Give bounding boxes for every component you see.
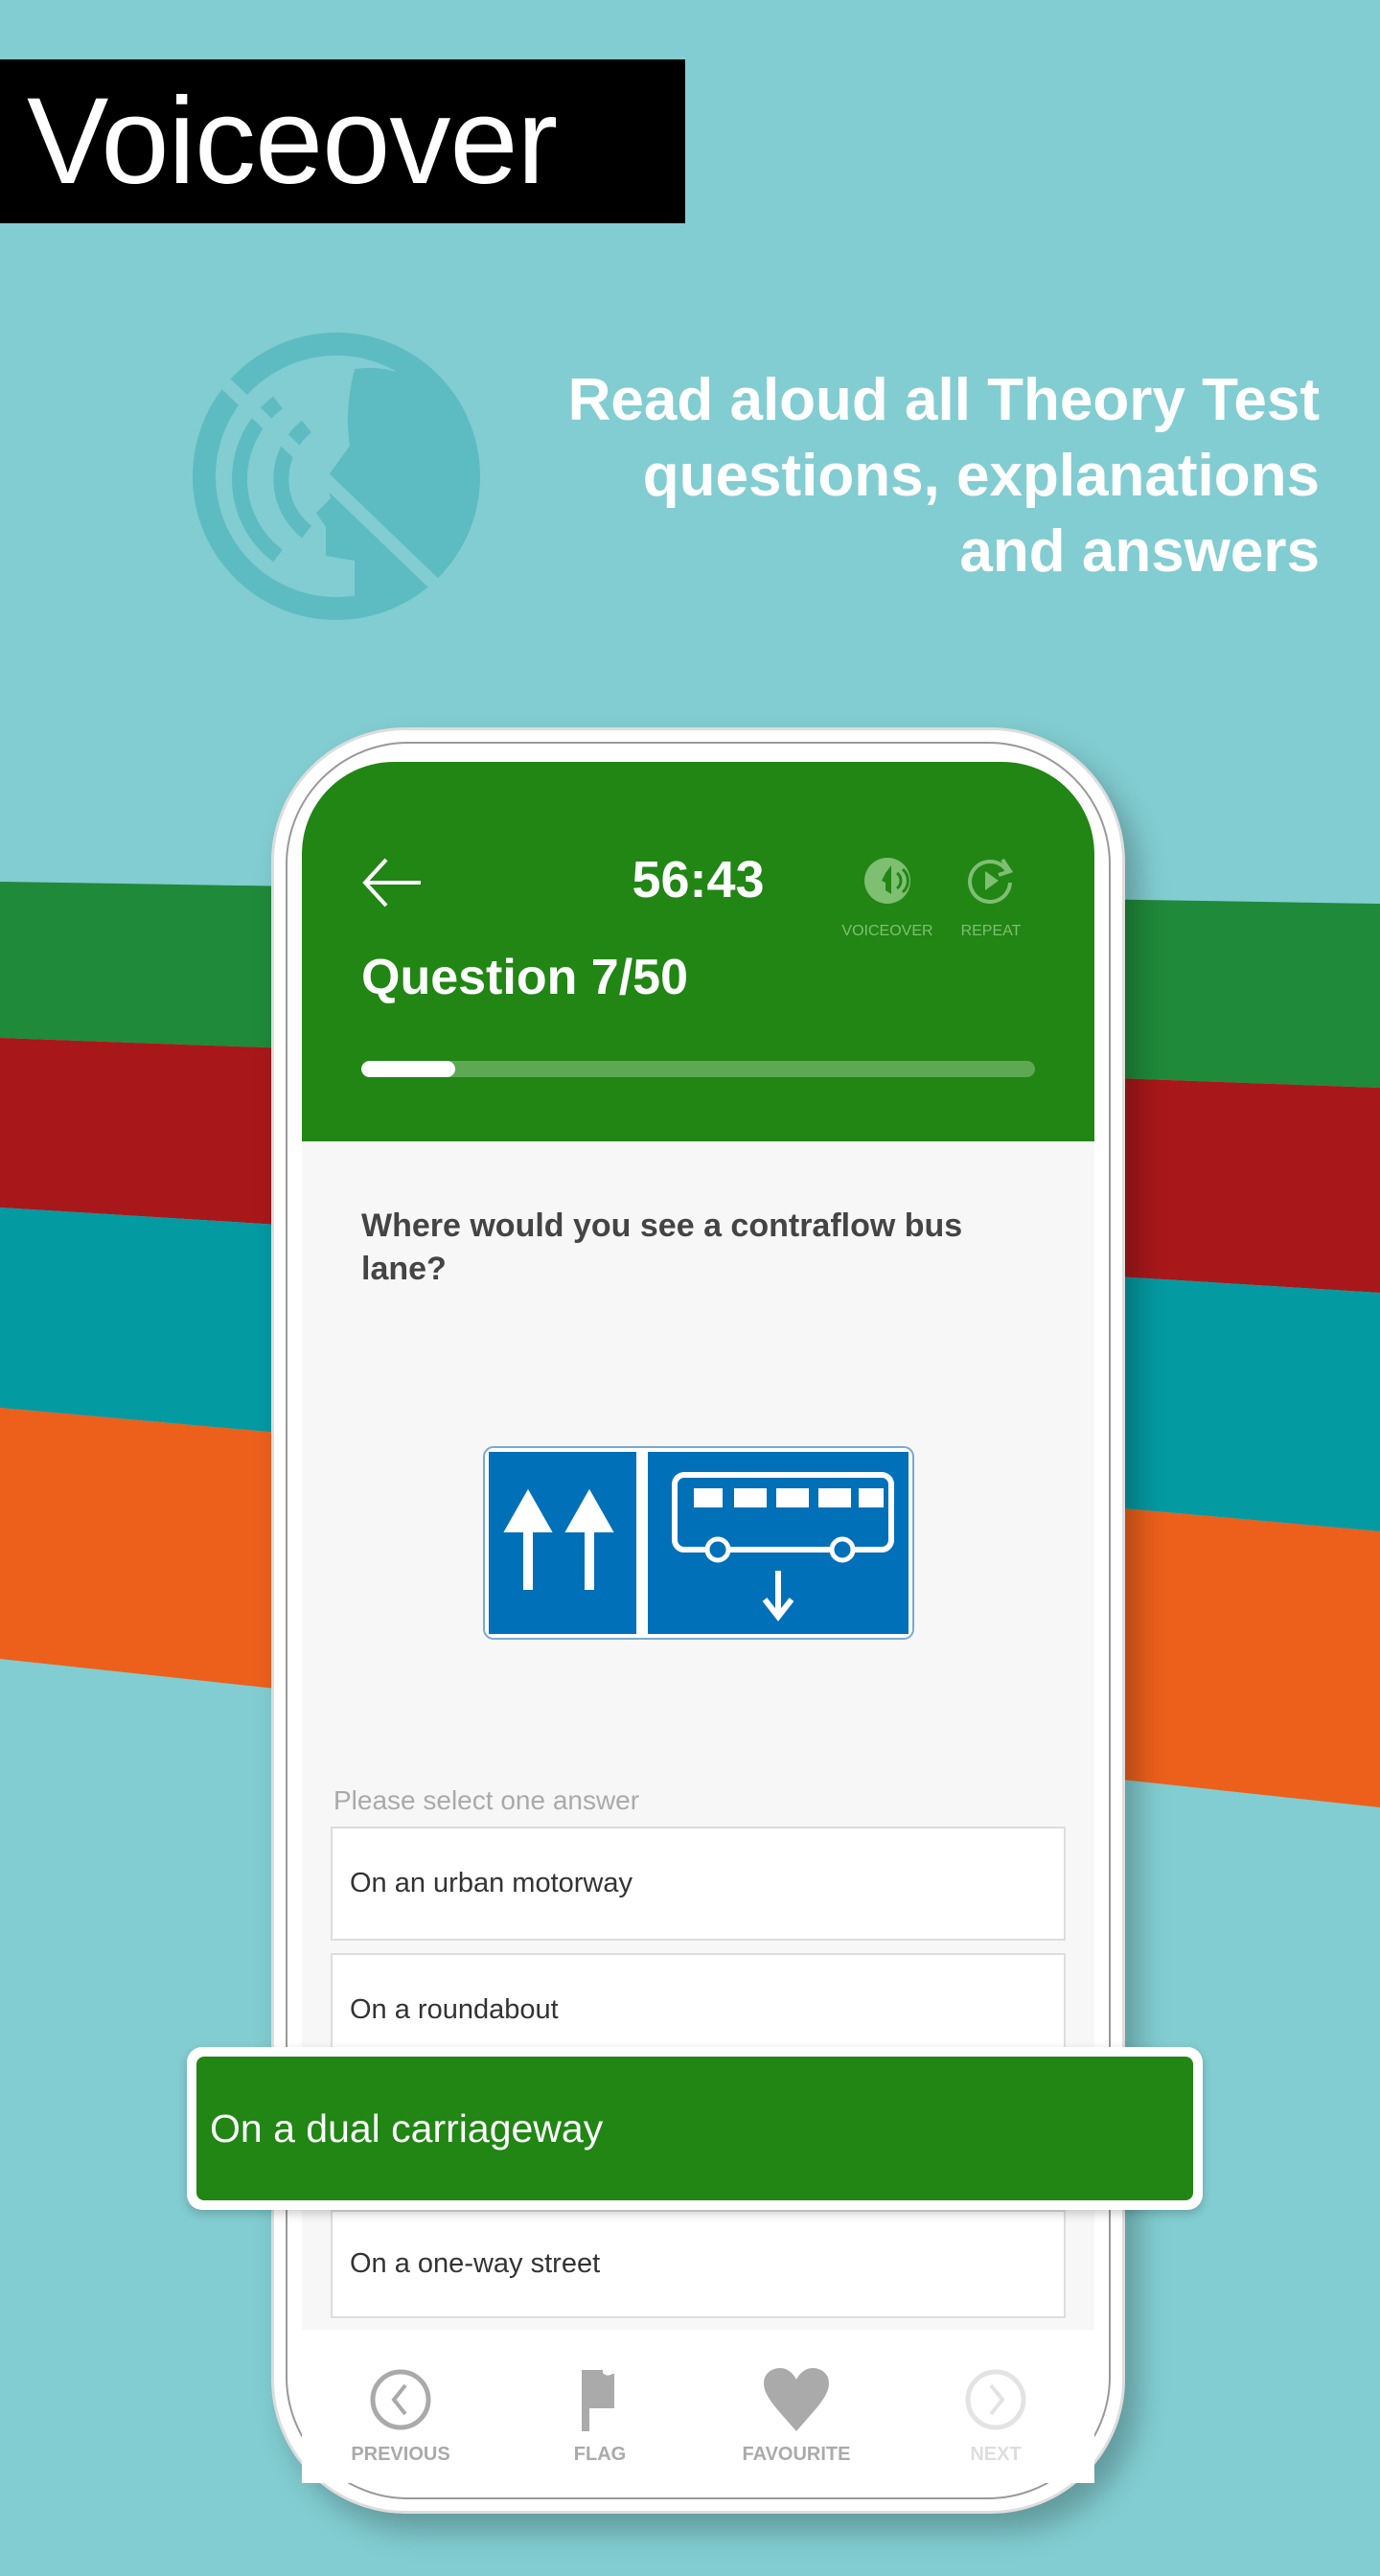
flag-label: FLAG	[573, 2444, 627, 2465]
heart-icon	[764, 2368, 829, 2431]
promo-tagline: Read aloud all Theory Test questions, ex…	[457, 362, 1320, 589]
question-text: Where would you see a contraflow bus lan…	[361, 1208, 963, 1287]
answer-hint: Please select one answer	[334, 1785, 640, 1815]
chevron-right-circle-icon	[965, 2369, 1026, 2430]
favourite-button[interactable]: FAVOURITE	[710, 2368, 883, 2466]
previous-button[interactable]: PREVIOUS	[314, 2368, 487, 2466]
next-label: NEXT	[970, 2444, 1022, 2465]
quiz-header: 56:43 VOICEOVER REPEAT Question 7/50	[302, 762, 1094, 1141]
voiceover-label: VOICEOVER	[841, 923, 933, 939]
voiceover-icon	[193, 333, 480, 620]
flag-icon	[582, 2370, 614, 2431]
voiceover-toggle-icon[interactable]	[861, 854, 914, 908]
tagline-line: questions, explanations	[642, 443, 1320, 509]
progress-bar	[361, 1061, 1035, 1077]
progress-fill	[361, 1061, 456, 1077]
answer-label: On a roundabout	[350, 1994, 559, 2025]
selected-answer-label: On a dual carriageway	[196, 2057, 1193, 2200]
repeat-label: REPEAT	[960, 923, 1022, 939]
next-button[interactable]: NEXT	[909, 2368, 1082, 2466]
answer-label: On a one-way street	[350, 2248, 601, 2279]
contraflow-bus-lane-sign	[483, 1446, 914, 1640]
chevron-left-circle-icon	[370, 2369, 431, 2430]
favourite-label: FAVOURITE	[742, 2444, 851, 2465]
question-counter: Question 7/50	[361, 950, 688, 1005]
promo-title: Voiceover	[0, 59, 685, 223]
tagline-line: and answers	[959, 518, 1320, 585]
tagline-line: Read aloud all Theory Test	[567, 367, 1320, 433]
answer-option[interactable]: On a one-way street	[331, 2210, 1066, 2318]
previous-label: PREVIOUS	[351, 2444, 450, 2465]
answer-option[interactable]: On an urban motorway	[331, 1827, 1066, 1941]
repeat-icon[interactable]	[964, 854, 1018, 908]
answer-label: On an urban motorway	[350, 1868, 632, 1898]
bottom-nav: PREVIOUS FLAG FAVOURITE NEXT	[302, 2330, 1094, 2483]
flag-button[interactable]: FLAG	[514, 2368, 686, 2466]
selected-answer-option[interactable]: On a dual carriageway	[187, 2047, 1203, 2210]
